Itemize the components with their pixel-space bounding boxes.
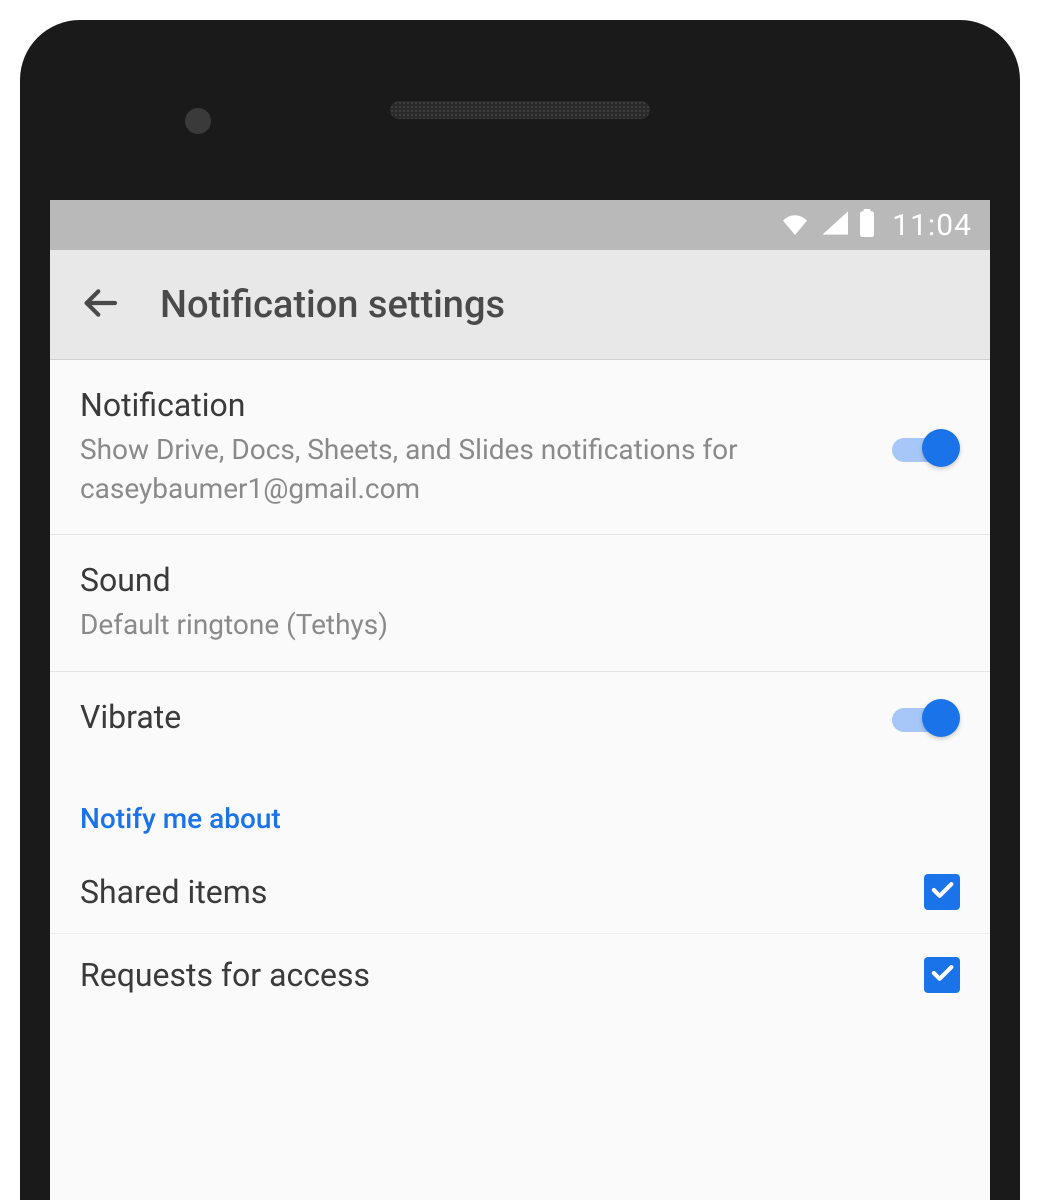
arrow-back-icon bbox=[80, 283, 120, 327]
screen: 11:04 Notification settings Notification… bbox=[50, 200, 990, 1200]
setting-title: Notification bbox=[80, 386, 892, 424]
checkbox-label: Shared items bbox=[80, 873, 924, 911]
status-bar: 11:04 bbox=[50, 200, 990, 250]
status-time: 11:04 bbox=[892, 208, 972, 243]
toggle-thumb bbox=[922, 429, 960, 467]
setting-text: Notification Show Drive, Docs, Sheets, a… bbox=[80, 386, 892, 508]
setting-notification[interactable]: Notification Show Drive, Docs, Sheets, a… bbox=[50, 360, 990, 535]
notify-requests-access[interactable]: Requests for access bbox=[50, 934, 990, 1016]
setting-subtitle: Show Drive, Docs, Sheets, and Slides not… bbox=[80, 430, 800, 508]
requests-access-checkbox[interactable] bbox=[924, 957, 960, 993]
checkbox-label: Requests for access bbox=[80, 956, 924, 994]
setting-vibrate[interactable]: Vibrate bbox=[50, 672, 990, 762]
check-icon bbox=[928, 959, 956, 991]
setting-text: Sound Default ringtone (Tethys) bbox=[80, 561, 960, 644]
shared-items-checkbox[interactable] bbox=[924, 874, 960, 910]
phone-speaker bbox=[390, 101, 650, 119]
setting-sound[interactable]: Sound Default ringtone (Tethys) bbox=[50, 535, 990, 671]
setting-subtitle: Default ringtone (Tethys) bbox=[80, 605, 800, 644]
checkbox-label-wrapper: Shared items bbox=[80, 873, 924, 911]
signal-icon bbox=[820, 211, 848, 239]
check-icon bbox=[928, 876, 956, 908]
toggle-thumb bbox=[922, 699, 960, 737]
phone-frame: 11:04 Notification settings Notification… bbox=[20, 20, 1020, 1200]
app-bar: Notification settings bbox=[50, 250, 990, 360]
settings-list: Notification Show Drive, Docs, Sheets, a… bbox=[50, 360, 990, 1016]
phone-camera bbox=[185, 108, 211, 134]
vibrate-toggle[interactable] bbox=[892, 699, 960, 735]
notify-shared-items[interactable]: Shared items bbox=[50, 851, 990, 933]
checkbox-label-wrapper: Requests for access bbox=[80, 956, 924, 994]
wifi-icon bbox=[780, 211, 810, 239]
back-button[interactable] bbox=[80, 283, 120, 327]
phone-bezel-top bbox=[20, 20, 1020, 200]
setting-title: Vibrate bbox=[80, 698, 892, 736]
battery-icon bbox=[858, 209, 876, 241]
page-title: Notification settings bbox=[160, 283, 505, 327]
notification-toggle[interactable] bbox=[892, 429, 960, 465]
setting-title: Sound bbox=[80, 561, 960, 599]
setting-text: Vibrate bbox=[80, 698, 892, 736]
section-header-notify: Notify me about bbox=[50, 762, 990, 851]
